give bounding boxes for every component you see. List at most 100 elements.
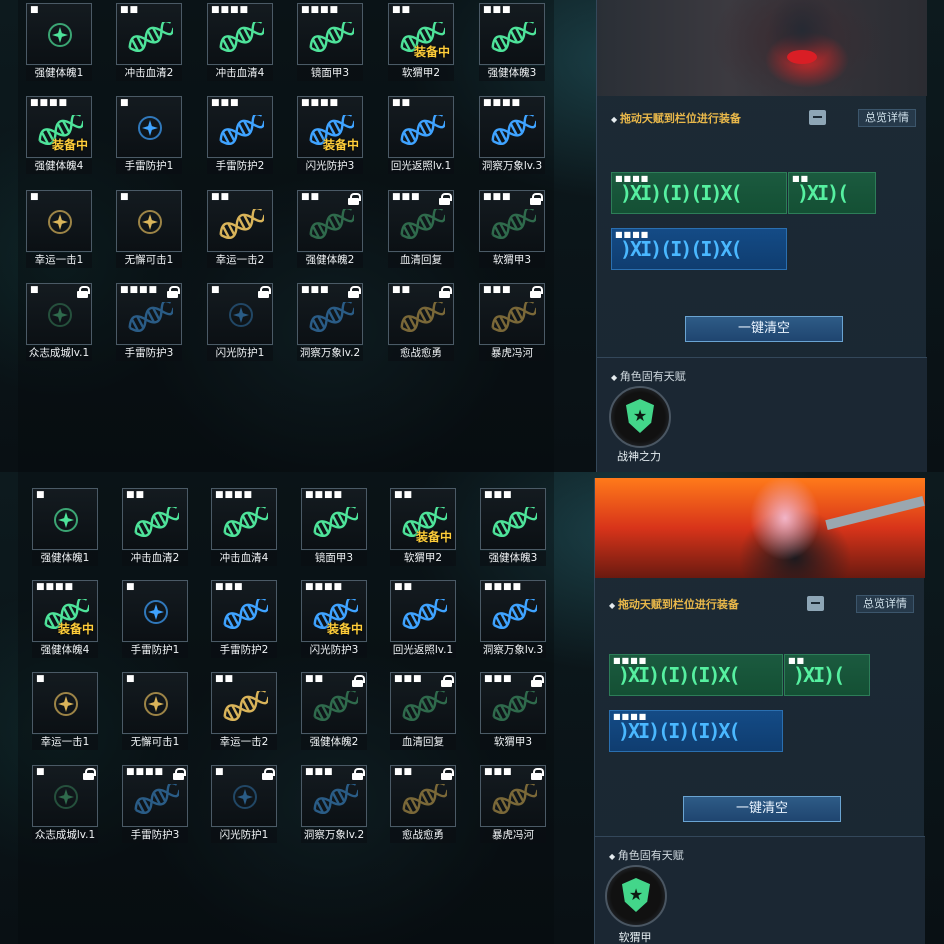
talent-name: 洞察万象lv.2: [297, 346, 363, 361]
innate-talent-section: 角色固有天赋 ★ 战神之力: [597, 357, 927, 472]
tier-dots: ■: [30, 5, 40, 15]
equipped-badge: 装备中: [413, 45, 450, 59]
talent-cell[interactable]: ■■■■ 手雷防护3: [116, 283, 182, 361]
tier-dots: ■: [215, 767, 225, 777]
clear-all-button[interactable]: 一键清空: [683, 796, 841, 822]
talent-cell[interactable]: ■■■ 手雷防护2: [207, 96, 273, 174]
equipped-slot-blue-4[interactable]: ■■■■ )XI)(I)(I)X(: [609, 710, 783, 752]
dna-helix-icon: [219, 115, 264, 145]
talent-cell[interactable]: ■ 强健体魄1: [32, 488, 98, 566]
talent-cell[interactable]: ■■ 回光返照lv.1: [388, 96, 454, 174]
talent-cell[interactable]: ■■ 装备中 软猬甲2: [390, 488, 456, 566]
equipped-badge: 装备中: [57, 622, 94, 636]
talent-cell[interactable]: ■ 强健体魄1: [26, 3, 92, 81]
dna-helix-icon: [402, 599, 447, 629]
talent-cell[interactable]: ■ 无懈可击1: [122, 672, 188, 750]
talent-cell[interactable]: ■■■ 暴虎冯河: [479, 283, 545, 361]
equipped-slot-green-4[interactable]: ■■■■ )XI)(I)(I)X(: [611, 172, 787, 214]
talent-cell[interactable]: ■■ 装备中 软猬甲2: [388, 3, 454, 81]
overview-icon[interactable]: [807, 596, 824, 611]
overview-icon[interactable]: [809, 110, 826, 125]
talent-cell[interactable]: ■■■ 暴虎冯河: [480, 765, 546, 843]
talent-name: 强健体魄1: [26, 66, 92, 81]
talent-cell[interactable]: ■■ 冲击血清2: [122, 488, 188, 566]
tier-dots: ■■: [215, 674, 235, 684]
talent-cell[interactable]: ■■ 愈战愈勇: [388, 283, 454, 361]
talent-cell[interactable]: ■■■■ 装备中 强健体魄4: [26, 96, 92, 174]
dna-helix-icon: [492, 599, 537, 629]
talent-cell[interactable]: ■ 手雷防护1: [116, 96, 182, 174]
talent-name: 无懈可击1: [116, 253, 182, 268]
character-portrait: [595, 478, 925, 578]
talent-cell[interactable]: ■■■ 强健体魄3: [479, 3, 545, 81]
talent-cell[interactable]: ■■■ 血清回复: [390, 672, 456, 750]
talent-cell[interactable]: ■ 无懈可击1: [116, 190, 182, 268]
talent-name: 回光返照lv.1: [390, 643, 456, 658]
talent-cell[interactable]: ■■ 幸运一击2: [211, 672, 277, 750]
talent-cell[interactable]: ■■■ 血清回复: [388, 190, 454, 268]
talent-cell[interactable]: ■■■■ 装备中 闪光防护3: [301, 580, 367, 658]
talent-cell[interactable]: ■■■■ 洞察万象lv.3: [480, 580, 546, 658]
talent-cell[interactable]: ■■■ 强健体魄3: [480, 488, 546, 566]
talent-name: 手雷防护3: [122, 828, 188, 843]
talent-cell[interactable]: ■■ 强健体魄2: [297, 190, 363, 268]
shield-star-icon[interactable]: ★: [605, 865, 667, 927]
talent-cell[interactable]: ■■■■ 镜面甲3: [301, 488, 367, 566]
talent-cell[interactable]: ■■■■ 装备中 强健体魄4: [32, 580, 98, 658]
dna-helix-icon: [491, 209, 536, 239]
talent-cell[interactable]: ■ 幸运一击1: [32, 672, 98, 750]
talent-name: 手雷防护2: [211, 643, 277, 658]
talent-cell[interactable]: ■ 幸运一击1: [26, 190, 92, 268]
equipped-slot-green-2[interactable]: ■■ )XI)(: [784, 654, 870, 696]
talent-cell[interactable]: ■■■ 软猬甲3: [479, 190, 545, 268]
tier-dots: ■■: [301, 192, 321, 202]
talent-cell[interactable]: ■■ 强健体魄2: [301, 672, 367, 750]
talent-cell[interactable]: ■■ 幸运一击2: [207, 190, 273, 268]
talent-cell[interactable]: ■■ 愈战愈勇: [390, 765, 456, 843]
talent-cell[interactable]: ■ 手雷防护1: [122, 580, 188, 658]
talent-cell[interactable]: ■■■ 洞察万象lv.2: [301, 765, 367, 843]
talent-cell[interactable]: ■ 闪光防护1: [211, 765, 277, 843]
dna-helix-icon: [402, 784, 447, 814]
talent-cell[interactable]: ■■■ 软猬甲3: [480, 672, 546, 750]
equipped-slot-blue-4[interactable]: ■■■■ )XI)(I)(I)X(: [611, 228, 787, 270]
equipped-badge: 装备中: [415, 530, 452, 544]
talent-cell[interactable]: ■■ 回光返照lv.1: [390, 580, 456, 658]
equipped-slot-green-4[interactable]: ■■■■ )XI)(I)(I)X(: [609, 654, 783, 696]
equipped-slot-green-2[interactable]: ■■ )XI)(: [788, 172, 876, 214]
talent-cell[interactable]: ■■■■ 冲击血清4: [211, 488, 277, 566]
tier-dots: ■■■: [301, 285, 330, 295]
talent-cell[interactable]: ■ 众志成城lv.1: [26, 283, 92, 361]
tier-dots: ■■■■: [305, 582, 344, 592]
tier-dots: ■■■: [484, 490, 513, 500]
talent-cell[interactable]: ■■■■ 装备中 闪光防护3: [297, 96, 363, 174]
talent-name: 闪光防护1: [211, 828, 277, 843]
dna-helix-icon: )XI)(: [793, 663, 845, 687]
clear-all-button[interactable]: 一键清空: [685, 316, 843, 342]
dna-helix-icon: [313, 691, 358, 721]
talent-name: 软猬甲3: [480, 735, 546, 750]
talent-gem-icon: [46, 21, 74, 49]
shield-star-icon[interactable]: ★: [609, 386, 671, 448]
lock-icon: [439, 286, 452, 298]
talent-cell[interactable]: ■■■ 洞察万象lv.2: [297, 283, 363, 361]
tier-dots: ■■: [120, 5, 140, 15]
tier-dots: ■■: [305, 674, 325, 684]
dna-helix-icon: [309, 302, 354, 332]
equipped-badge: 装备中: [51, 138, 88, 152]
talent-cell[interactable]: ■■■■ 洞察万象lv.3: [479, 96, 545, 174]
talent-cell[interactable]: ■■■■ 冲击血清4: [207, 3, 273, 81]
talent-cell[interactable]: ■■■■ 手雷防护3: [122, 765, 188, 843]
talent-cell[interactable]: ■■■■ 镜面甲3: [297, 3, 363, 81]
talent-cell[interactable]: ■■ 冲击血清2: [116, 3, 182, 81]
talent-cell[interactable]: ■ 闪光防护1: [207, 283, 273, 361]
overview-button[interactable]: 总览详情: [858, 109, 916, 127]
overview-button[interactable]: 总览详情: [856, 595, 914, 613]
talent-cell[interactable]: ■■■ 手雷防护2: [211, 580, 277, 658]
tier-dots: ■■■: [484, 767, 513, 777]
dna-helix-icon: [400, 209, 445, 239]
talent-name: 暴虎冯河: [480, 828, 546, 843]
talent-cell[interactable]: ■ 众志成城lv.1: [32, 765, 98, 843]
innate-talent-name: 软猬甲: [618, 931, 652, 944]
lock-icon: [352, 768, 365, 780]
